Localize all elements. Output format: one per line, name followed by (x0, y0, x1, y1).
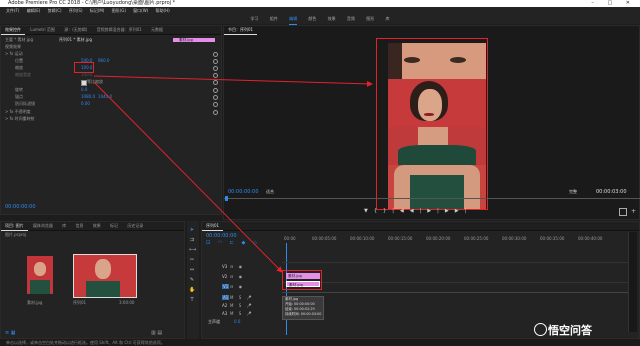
arrow-to-clips (93, 81, 283, 273)
watermark-logo-icon (534, 323, 547, 336)
arrow-to-frame (93, 75, 373, 87)
annotation-arrows (93, 75, 373, 273)
watermark-text: 悟空问答 (548, 324, 592, 337)
status-text: 单击以选择，或单击空白处并拖动以进行框选。使用 Shift、Alt 和 Ctrl… (6, 340, 165, 345)
status-bar: 单击以选择，或单击空白处并拖动以进行框选。使用 Shift、Alt 和 Ctrl… (0, 339, 640, 346)
